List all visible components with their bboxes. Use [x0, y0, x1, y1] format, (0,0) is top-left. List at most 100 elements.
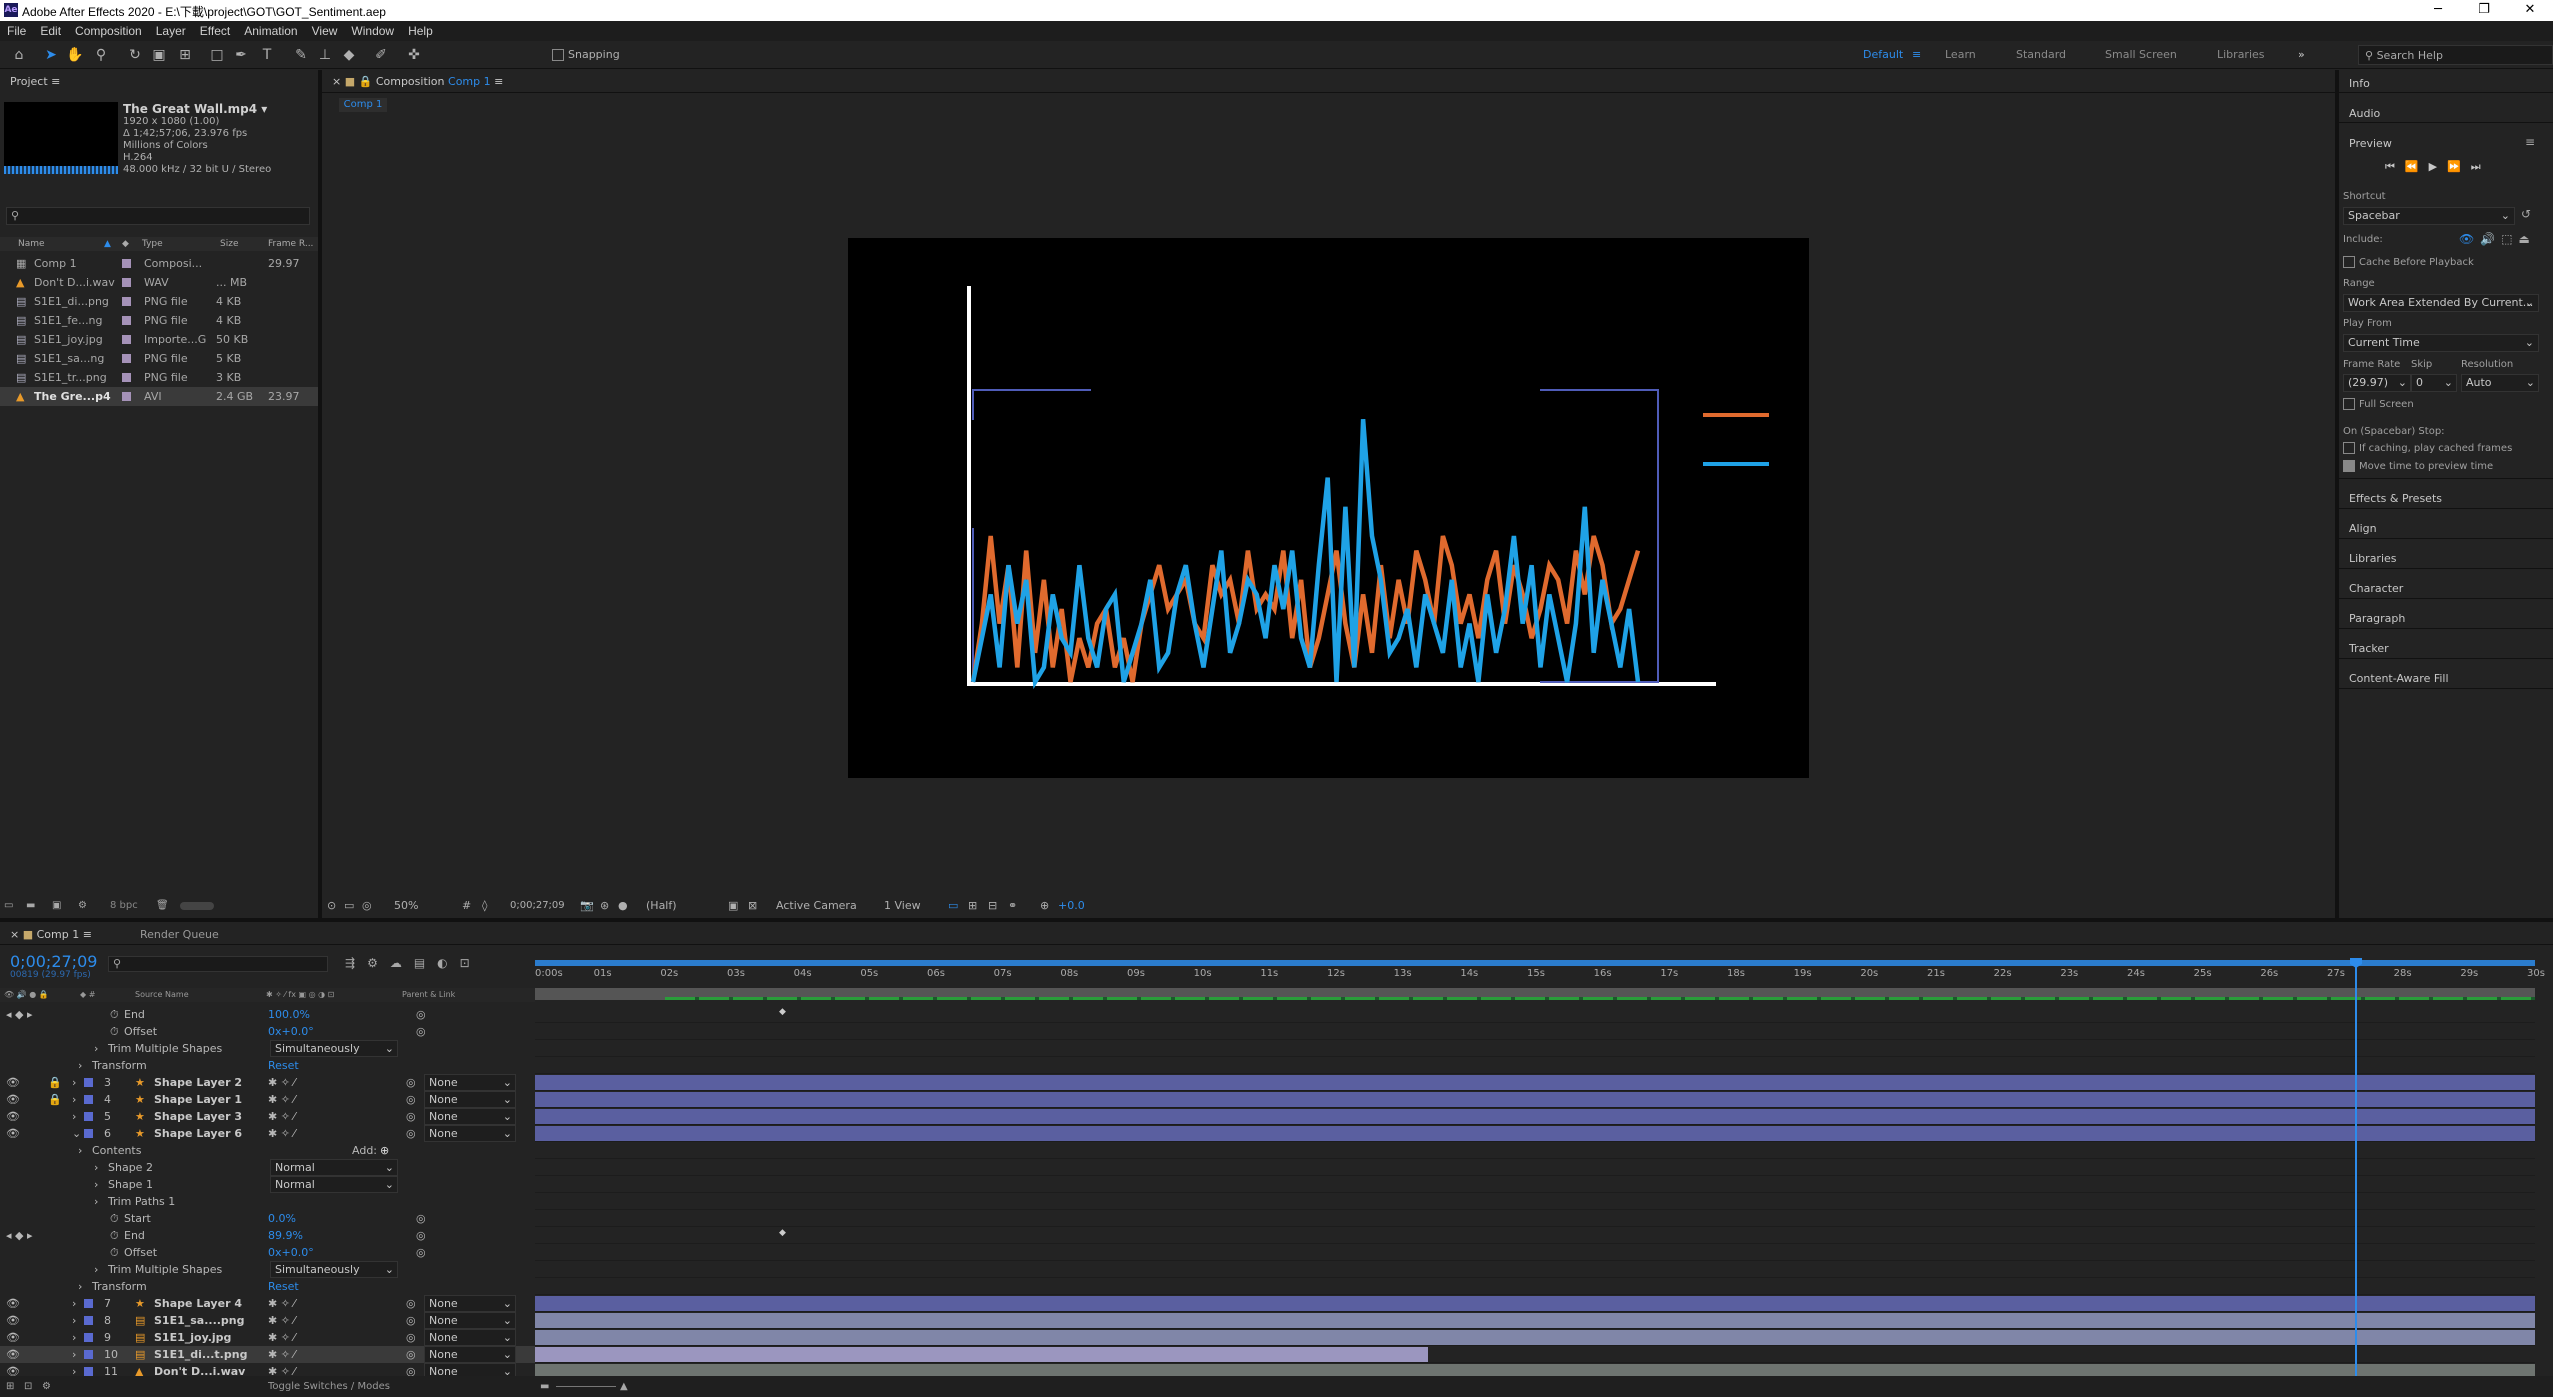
time-ruler[interactable]: 0:00s 01s 02s 03s 04s 05s 06s 07s 08s 09s 10s 11s 12…: [535, 958, 2545, 1002]
property-dropdown[interactable]: Simultaneously ⌄: [270, 1261, 398, 1278]
parent-link-header[interactable]: Parent & Link: [402, 988, 455, 1002]
label-color-swatch[interactable]: [122, 335, 131, 344]
lock-icon[interactable]: 🔒: [48, 1091, 62, 1108]
label-color-swatch[interactable]: [122, 373, 131, 382]
next-frame-icon[interactable]: ⏩: [2447, 160, 2471, 173]
exposure-reset-icon[interactable]: ⊕: [1040, 895, 1049, 917]
vr-icon[interactable]: ◎: [362, 895, 372, 917]
snapshot-icon[interactable]: 📷: [580, 895, 594, 917]
delete-icon[interactable]: 🗑: [156, 896, 169, 916]
audio-panel-tab[interactable]: Audio: [2349, 107, 2380, 120]
monitor-icon[interactable]: ▭: [344, 895, 354, 917]
track-lane[interactable]: ◆: [535, 1006, 2535, 1023]
close-tab-icon[interactable]: ×: [332, 75, 345, 88]
full-screen-option[interactable]: Full Screen: [2343, 398, 2414, 410]
track-lane[interactable]: [535, 1159, 2535, 1176]
track-lane[interactable]: [535, 1210, 2535, 1227]
cache-checkbox[interactable]: [2343, 256, 2355, 268]
pen-tool-icon[interactable]: ✒: [232, 46, 250, 64]
play-from-dropdown[interactable]: Current Time ⌄: [2343, 334, 2539, 352]
expression-pickwhip-icon[interactable]: ◎: [416, 1006, 426, 1023]
move-time-checkbox[interactable]: [2343, 460, 2355, 472]
type-tool-icon[interactable]: T: [258, 46, 276, 64]
hand-tool-icon[interactable]: ✋: [66, 46, 84, 64]
track-lane[interactable]: [535, 1023, 2535, 1040]
pickwhip-icon[interactable]: ◎: [406, 1125, 416, 1142]
source-name-header[interactable]: Source Name: [135, 988, 189, 1002]
layer-name[interactable]: Shape Layer 4: [154, 1295, 242, 1312]
track-lane[interactable]: [535, 1261, 2535, 1278]
layer-row[interactable]: 👁 › 10 ▤ S1E1_di...t.png ✱ ✧ ⁄ ◎ None ⌄: [0, 1346, 535, 1363]
project-tab[interactable]: Project ≡: [10, 75, 60, 88]
export-toggle-icon[interactable]: ⏏: [2519, 232, 2536, 246]
video-visibility-icon[interactable]: 👁: [6, 1091, 20, 1108]
property-value[interactable]: 0.0%: [268, 1210, 296, 1227]
property-row[interactable]: ⏱ Offset 0x+0.0° ◎: [0, 1244, 535, 1261]
layer-row[interactable]: 👁 ⌄ 6 ★ Shape Layer 6 ✱ ✧ ⁄ ◎ None ⌄: [0, 1125, 535, 1142]
property-dropdown[interactable]: Normal ⌄: [270, 1159, 398, 1176]
parent-dropdown[interactable]: None ⌄: [424, 1091, 516, 1108]
expand-icon[interactable]: ›: [72, 1295, 76, 1312]
draft-3d-icon[interactable]: ⚙: [367, 956, 390, 970]
keyframe-navigator[interactable]: ◂ ◆ ▸: [6, 1227, 33, 1244]
layer-name[interactable]: S1E1_joy.jpg: [154, 1329, 231, 1346]
track-lane[interactable]: [535, 1142, 2535, 1159]
layer-duration-bar[interactable]: [535, 1109, 2535, 1124]
cache-before-playback[interactable]: Cache Before Playback: [2343, 256, 2474, 268]
last-frame-icon[interactable]: ⏭: [2471, 160, 2491, 173]
layer-row[interactable]: 👁 › 8 ▤ S1E1_sa....png ✱ ✧ ⁄ ◎ None ⌄: [0, 1312, 535, 1329]
zoom-in-icon[interactable]: ▲: [620, 1376, 628, 1397]
expand-icon[interactable]: ›: [72, 1329, 76, 1346]
toggle-switches-modes-button[interactable]: Toggle Switches / Modes: [268, 1376, 390, 1397]
menu-effect[interactable]: Effect: [193, 21, 237, 41]
timeline-search-field[interactable]: ⚲: [108, 956, 328, 972]
track-lane[interactable]: ◆: [535, 1227, 2535, 1244]
label-color-swatch[interactable]: [84, 1333, 93, 1342]
property-expander-icon[interactable]: ⏱: [110, 1023, 119, 1040]
interpret-footage-icon[interactable]: ▭: [4, 896, 13, 916]
switches-icon[interactable]: ✱ ✧ ⁄: [268, 1329, 295, 1346]
previous-frame-icon[interactable]: ⏪: [2405, 160, 2429, 173]
label-column-icon[interactable]: ◆: [122, 237, 129, 251]
zoom-out-icon[interactable]: ▬: [540, 1376, 549, 1397]
property-dropdown[interactable]: Simultaneously ⌄: [270, 1040, 398, 1057]
pickwhip-icon[interactable]: ◎: [406, 1108, 416, 1125]
layer-duration-bar[interactable]: [535, 1075, 2535, 1090]
playhead[interactable]: [2350, 958, 2362, 1378]
property-dropdown[interactable]: Normal ⌄: [270, 1176, 398, 1193]
composition-tab[interactable]: × ■ 🔒 Composition Comp 1 ≡: [332, 75, 503, 88]
layer-row[interactable]: 👁 🔒 › 4 ★ Shape Layer 1 ✱ ✧ ⁄ ◎ None ⌄: [0, 1091, 535, 1108]
property-expander-icon[interactable]: ›: [78, 1278, 82, 1295]
motion-blur-icon[interactable]: ◐: [437, 956, 459, 970]
clone-stamp-icon[interactable]: ⊥: [316, 46, 334, 64]
workspace-standard[interactable]: Standard: [2016, 48, 2066, 61]
label-color-swatch[interactable]: [122, 316, 131, 325]
switches-icon[interactable]: ✱ ✧ ⁄: [268, 1346, 295, 1363]
layer-name[interactable]: Shape Layer 6: [154, 1125, 242, 1142]
parent-dropdown[interactable]: None ⌄: [424, 1108, 516, 1125]
property-value[interactable]: Add:: [352, 1142, 377, 1159]
video-visibility-icon[interactable]: 👁: [6, 1346, 20, 1363]
track-lane[interactable]: [535, 1125, 2535, 1142]
property-row[interactable]: ⏱ Start 0.0% ◎: [0, 1210, 535, 1227]
comp-flow-breadcrumb[interactable]: Comp 1: [339, 98, 387, 112]
zoom-slider[interactable]: [556, 1386, 616, 1387]
label-color-swatch[interactable]: [122, 297, 131, 306]
expand-icon[interactable]: ›: [72, 1074, 76, 1091]
parent-dropdown[interactable]: None ⌄: [424, 1295, 516, 1312]
property-value[interactable]: Reset: [268, 1057, 299, 1074]
label-color-swatch[interactable]: [84, 1316, 93, 1325]
character-tab[interactable]: Character: [2349, 582, 2403, 595]
flowchart-icon[interactable]: ⚭: [1008, 895, 1017, 917]
expand-icon[interactable]: ›: [72, 1346, 76, 1363]
timeline-comp-tab[interactable]: × ■ Comp 1 ≡: [10, 928, 92, 941]
info-panel-tab[interactable]: Info: [2349, 77, 2370, 90]
home-icon[interactable]: ⌂: [10, 46, 28, 64]
track-lane[interactable]: [535, 1091, 2535, 1108]
tracker-tab[interactable]: Tracker: [2349, 642, 2389, 655]
project-item[interactable]: ▤ S1E1_sa...ng PNG file 5 KB: [0, 349, 318, 368]
play-icon[interactable]: ▶: [2429, 160, 2447, 173]
property-expander-icon[interactable]: ›: [78, 1057, 82, 1074]
reset-icon[interactable]: ↺: [2521, 207, 2531, 221]
label-color-swatch[interactable]: [84, 1299, 93, 1308]
